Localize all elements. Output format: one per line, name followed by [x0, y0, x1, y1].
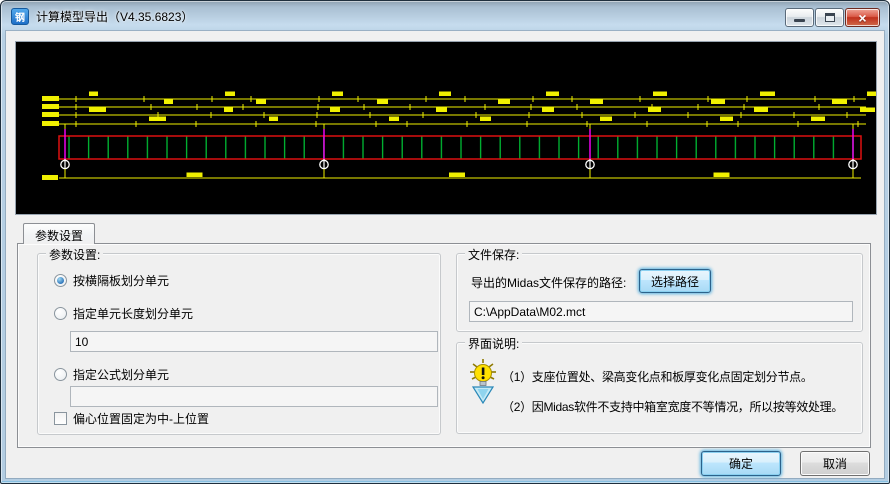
info-group-title: 界面说明: [465, 335, 522, 352]
restore-button[interactable] [815, 8, 844, 27]
minimize-icon [794, 19, 805, 22]
radio-label: 指定公式划分单元 [73, 366, 169, 383]
titlebar[interactable]: 钢 计算模型导出（V4.35.6823） × [1, 1, 889, 31]
param-group-title: 参数设置: [46, 246, 103, 263]
checkbox-eccentric-position[interactable]: 偏心位置固定为中-上位置 [54, 410, 209, 426]
window-title: 计算模型导出（V4.35.6823） [36, 8, 193, 25]
ok-button[interactable]: 确定 [701, 451, 781, 476]
file-group-title: 文件保存: [465, 246, 522, 263]
radio-divide-by-length[interactable]: 指定单元长度划分单元 [54, 305, 193, 321]
ui-notes-group: 界面说明: （1）支座位置处、梁高变化点和板厚变化点固定划分节点。 （2）因Mi… [456, 342, 863, 434]
model-preview-panel [15, 41, 877, 215]
dialog-body: 参数设置 参数设置: 按横隔板划分单元 指定单元长度划分单元 指定公式划分单元 … [6, 31, 884, 478]
close-button[interactable]: × [845, 8, 880, 27]
radio-divide-by-formula[interactable]: 指定公式划分单元 [54, 366, 169, 382]
radio-icon[interactable] [54, 368, 67, 381]
param-settings-group: 参数设置: 按横隔板划分单元 指定单元长度划分单元 指定公式划分单元 偏心位置固… [37, 253, 441, 435]
close-icon: × [858, 11, 866, 25]
restore-icon [825, 13, 835, 22]
window-controls: × [785, 8, 880, 27]
formula-input[interactable] [70, 386, 438, 407]
note-line-1: （1）支座位置处、梁高变化点和板厚变化点固定划分节点。 [502, 368, 813, 385]
radio-label: 按横隔板划分单元 [73, 272, 169, 289]
radio-divide-by-diaphragm[interactable]: 按横隔板划分单元 [54, 272, 169, 288]
checkbox-icon[interactable] [54, 412, 67, 425]
app-icon: 钢 [11, 8, 29, 25]
tab-parameter-settings[interactable]: 参数设置 [23, 223, 95, 244]
element-length-input[interactable] [70, 331, 438, 352]
choose-path-button[interactable]: 选择路径 [639, 269, 711, 293]
radio-label: 指定单元长度划分单元 [73, 305, 193, 322]
radio-icon[interactable] [54, 274, 67, 287]
export-path-input[interactable] [469, 301, 853, 322]
export-path-label: 导出的Midas文件保存的路径: [471, 274, 626, 291]
cancel-button[interactable]: 取消 [800, 451, 870, 476]
bridge-elevation-drawing [16, 42, 876, 214]
minimize-button[interactable] [785, 8, 814, 27]
dialog-window: 钢 计算模型导出（V4.35.6823） × 参数设置 参数设置: 按横隔板划分… [0, 0, 890, 484]
file-save-group: 文件保存: 导出的Midas文件保存的路径: 选择路径 [456, 253, 863, 332]
checkbox-label: 偏心位置固定为中-上位置 [73, 410, 209, 427]
note-line-2: （2）因Midas软件不支持中箱室宽度不等情况，所以按等效处理。 [502, 398, 843, 415]
tip-bulb-icon [467, 359, 499, 405]
radio-icon[interactable] [54, 307, 67, 320]
